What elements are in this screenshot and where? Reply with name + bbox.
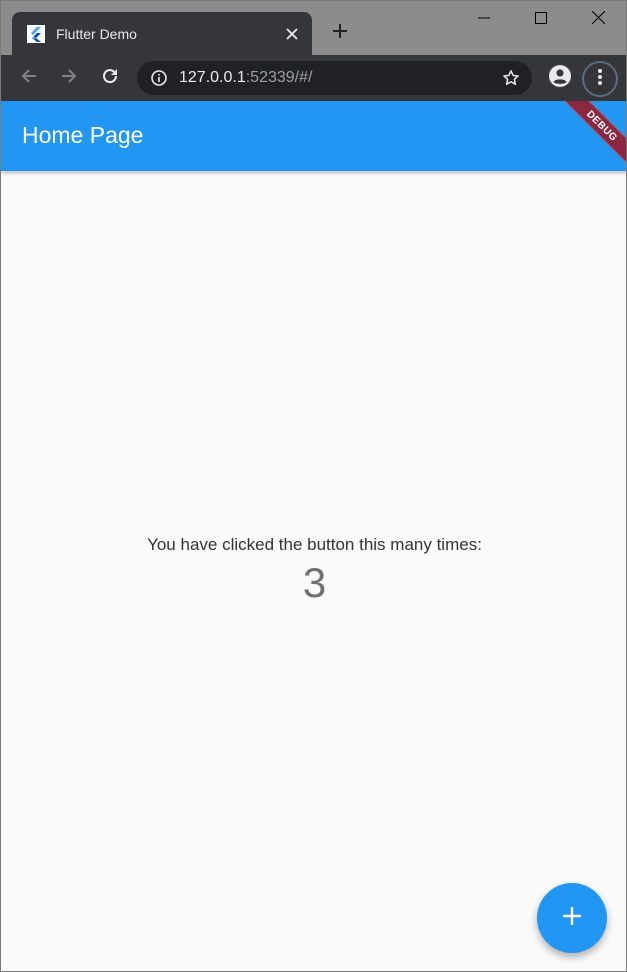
- counter-label: You have clicked the button this many ti…: [147, 535, 482, 554]
- close-icon: [591, 10, 605, 29]
- tab-strip: Flutter Demo: [1, 1, 626, 55]
- window-close-button[interactable]: [569, 1, 626, 39]
- counter-section: You have clicked the button this many ti…: [1, 535, 626, 607]
- browser-window: Flutter Demo 127.0.0.1:52339/#/ Home Pag…: [0, 0, 627, 972]
- tab-close-icon[interactable]: [280, 22, 304, 46]
- flutter-logo-icon: [26, 24, 46, 44]
- page-title: Home Page: [22, 122, 144, 148]
- maximize-button[interactable]: [512, 1, 570, 39]
- maximize-icon: [535, 11, 547, 29]
- browser-tab[interactable]: Flutter Demo: [12, 12, 312, 55]
- tab-title: Flutter Demo: [56, 25, 137, 42]
- account-icon: [548, 64, 572, 93]
- url-text: 127.0.0.1:52339/#/: [179, 69, 496, 87]
- counter-value: 3: [302, 559, 327, 606]
- plus-icon: [332, 23, 348, 44]
- url-path: :52339/#/: [245, 69, 313, 86]
- arrow-right-icon: [60, 67, 78, 90]
- info-icon[interactable]: [150, 69, 168, 87]
- reload-button[interactable]: [94, 62, 126, 94]
- minimize-icon: [478, 11, 490, 29]
- more-vert-icon: [597, 68, 603, 91]
- debug-banner: DEBUG: [553, 101, 626, 175]
- arrow-left-icon: [20, 67, 38, 90]
- browser-toolbar: 127.0.0.1:52339/#/: [1, 55, 626, 101]
- increment-fab-button[interactable]: [537, 883, 607, 953]
- new-tab-button[interactable]: [326, 19, 354, 47]
- back-button[interactable]: [13, 62, 45, 94]
- url-host: 127.0.0.1: [179, 69, 246, 86]
- reload-icon: [101, 67, 119, 90]
- minimize-button[interactable]: [455, 1, 513, 39]
- flutter-page: Home Page DEBUG You have clicked the but…: [1, 101, 626, 971]
- app-bar: Home Page DEBUG: [1, 101, 626, 175]
- profile-button[interactable]: [544, 62, 576, 94]
- browser-menu-button[interactable]: [582, 61, 618, 97]
- plus-icon: [562, 906, 582, 931]
- address-bar[interactable]: 127.0.0.1:52339/#/: [137, 61, 532, 95]
- bookmark-star-icon[interactable]: [496, 63, 526, 93]
- forward-button[interactable]: [53, 62, 85, 94]
